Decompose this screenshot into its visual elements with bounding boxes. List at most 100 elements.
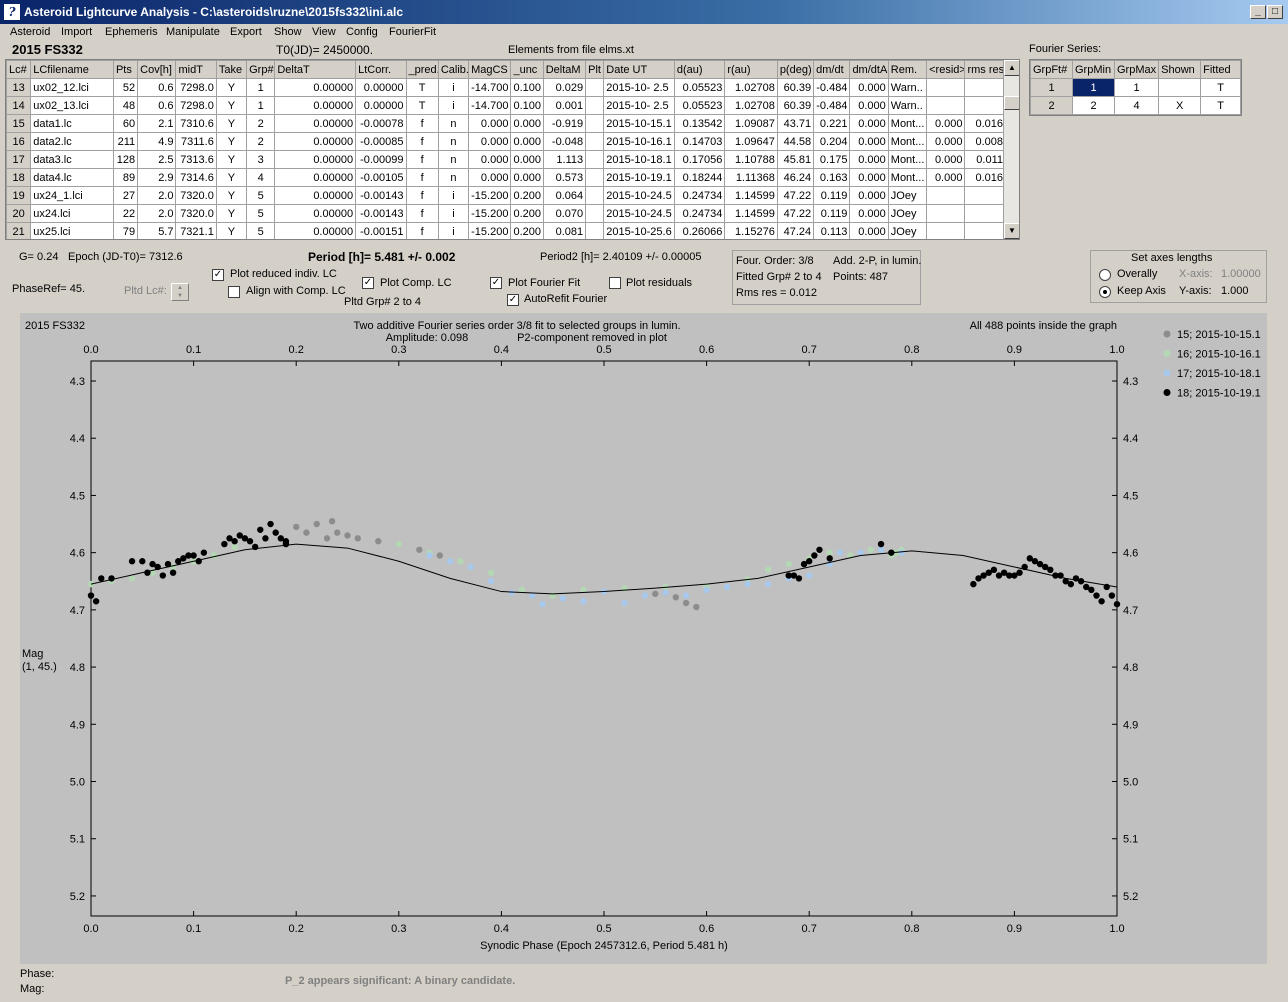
lc-cell[interactable]: 0.00000 [274,96,357,115]
lc-cell[interactable]: 7320.0 [175,186,217,205]
fourier-row[interactable]: 111T [1030,78,1242,97]
lc-cell[interactable]: 0.200 [510,204,544,223]
menu-ephemeris[interactable]: Ephemeris [105,26,158,38]
lc-cell[interactable] [585,78,605,97]
lc-col-header[interactable]: Cov[h] [137,60,177,79]
lc-cell[interactable]: 2 [246,114,276,133]
lc-cell[interactable]: ux02_12.lci [30,78,114,97]
lc-cell[interactable]: 0.000 [849,222,889,239]
lc-cell[interactable]: 0.00000 [355,96,407,115]
lc-cell[interactable]: -0.00143 [355,186,407,205]
lc-table-row[interactable]: 16 data2.lc 211 4.9 7311.6 Y 2 0.00000 -0.00085 f… [6,132,1006,151]
menu-export[interactable]: Export [230,26,262,38]
lc-cell[interactable]: Mont... [887,168,928,187]
lc-cell[interactable]: 2.9 [137,168,177,187]
lc-col-header[interactable]: p(deg) [776,60,815,79]
lc-cell[interactable]: 0.05523 [673,78,726,97]
menu-config[interactable]: Config [346,26,378,38]
minimize-button[interactable]: _ [1250,5,1266,19]
lc-cell[interactable]: n [437,168,470,187]
lc-cell[interactable]: 0.24734 [673,186,726,205]
lc-cell[interactable]: 2015-10-15.1 [603,114,675,133]
menu-import[interactable]: Import [61,26,92,38]
lc-table-row[interactable]: 17 data3.lc 128 2.5 7313.6 Y 3 0.00000 -0.00099 f… [6,150,1006,169]
lc-cell[interactable]: 43.71 [776,114,815,133]
lc-col-header[interactable]: _pred. [405,60,439,79]
lc-cell[interactable] [585,186,605,205]
lc-cell[interactable]: 2015-10- 2.5 [603,78,675,97]
lc-cell[interactable]: Y [215,168,248,187]
xaxis-value[interactable]: 1.00000 [1221,268,1261,280]
menu-asteroid[interactable]: Asteroid [10,26,50,38]
lc-cell[interactable]: Mont... [887,114,928,133]
lc-cell[interactable] [964,222,1006,239]
lc-table-row[interactable]: 14 ux02_13.lci 48 0.6 7298.0 Y 1 0.00000 0.00000… [6,96,1006,115]
lc-cell[interactable]: 0.000 [926,114,966,133]
lc-table-row[interactable]: 13 ux02_12.lci 52 0.6 7298.0 Y 1 0.00000 0.00000… [6,78,1006,97]
lc-cell[interactable] [926,222,966,239]
fourier-row-header[interactable]: 1 [1030,78,1073,97]
title-bar[interactable]: ? Asteroid Lightcurve Analysis - C:\aste… [0,0,1288,24]
lc-cell[interactable]: i [437,222,470,239]
lc-cell[interactable]: 0.000 [926,132,966,151]
lc-table-row[interactable]: 20 ux24.lci 22 2.0 7320.0 Y 5 0.00000 -0.00143 f i… [6,204,1006,223]
lc-cell[interactable]: 1.15276 [724,222,778,239]
lc-cell[interactable]: 47.24 [776,222,815,239]
lc-cell[interactable]: 60 [112,114,139,133]
lc-cell[interactable]: 0.200 [510,186,544,205]
maximize-button[interactable]: □ [1267,5,1283,19]
lc-cell[interactable]: 44.58 [776,132,815,151]
lc-cell[interactable]: 2015-10-24.5 [603,204,675,223]
lc-col-header[interactable]: Rem. [887,60,928,79]
lc-cell[interactable]: 2.1 [137,114,177,133]
lc-table-row[interactable]: 18 data4.lc 89 2.9 7314.6 Y 4 0.00000 -0.00105 f n… [6,168,1006,187]
lc-col-header[interactable]: rms res [964,60,1006,79]
scroll-thumb[interactable] [1004,96,1019,110]
lc-cell[interactable]: 0.6 [137,78,177,97]
lc-col-header[interactable]: r(au) [724,60,778,79]
lc-cell[interactable]: 0.00000 [355,78,407,97]
lc-cell[interactable]: -0.00078 [355,114,407,133]
plot-reduced-checkbox[interactable]: ✓ [212,269,224,281]
lc-col-header[interactable]: Plt [585,60,605,79]
lc-cell[interactable]: 1.11368 [724,168,778,187]
lc-cell[interactable]: 0.000 [468,114,512,133]
lc-cell[interactable]: 7313.6 [175,150,217,169]
lc-cell[interactable]: 0.17056 [673,150,726,169]
lc-cell[interactable]: 4 [246,168,276,187]
lc-cell[interactable] [585,168,605,187]
spin-down-icon[interactable]: ▼ [172,292,188,300]
lc-cell[interactable]: 0.13542 [673,114,726,133]
lc-cell[interactable] [585,114,605,133]
fourier-cell[interactable]: X [1158,96,1202,115]
lc-cell[interactable]: 52 [112,78,139,97]
lc-cell[interactable]: 0.000 [926,150,966,169]
lc-cell[interactable]: f [405,150,439,169]
lc-cell[interactable]: i [437,96,470,115]
lc-row-header[interactable]: 16 [6,132,32,151]
lc-cell[interactable]: 45.81 [776,150,815,169]
lc-row-header[interactable]: 15 [6,114,32,133]
lc-table-scrollbar[interactable]: ▲ ▼ [1003,60,1019,239]
lc-cell[interactable]: 2015-10-19.1 [603,168,675,187]
lc-cell[interactable]: -0.484 [813,96,851,115]
lc-cell[interactable]: 5 [246,222,276,239]
lc-cell[interactable]: Y [215,186,248,205]
lc-cell[interactable]: 0.000 [849,168,889,187]
lc-cell[interactable]: 0.000 [510,114,544,133]
lc-cell[interactable]: f [405,132,439,151]
lc-cell[interactable]: Y [215,78,248,97]
scroll-down-icon[interactable]: ▼ [1004,223,1019,239]
lc-cell[interactable]: 7298.0 [175,96,217,115]
lc-row-header[interactable]: 14 [6,96,32,115]
lc-cell[interactable]: 7310.6 [175,114,217,133]
lc-col-header[interactable]: dm/dt [813,60,851,79]
fourier-cell[interactable]: 1 [1072,78,1115,97]
fourier-cell[interactable]: T [1200,78,1242,97]
lc-cell[interactable]: 0.00000 [274,222,357,239]
lc-cell[interactable]: i [437,78,470,97]
lc-cell[interactable]: 211 [112,132,139,151]
lc-table-row[interactable]: 19 ux24_1.lci 27 2.0 7320.0 Y 5 0.00000 -0.00143… [6,186,1006,205]
lc-cell[interactable]: 0.18244 [673,168,726,187]
plot-residuals-checkbox[interactable] [609,277,621,289]
